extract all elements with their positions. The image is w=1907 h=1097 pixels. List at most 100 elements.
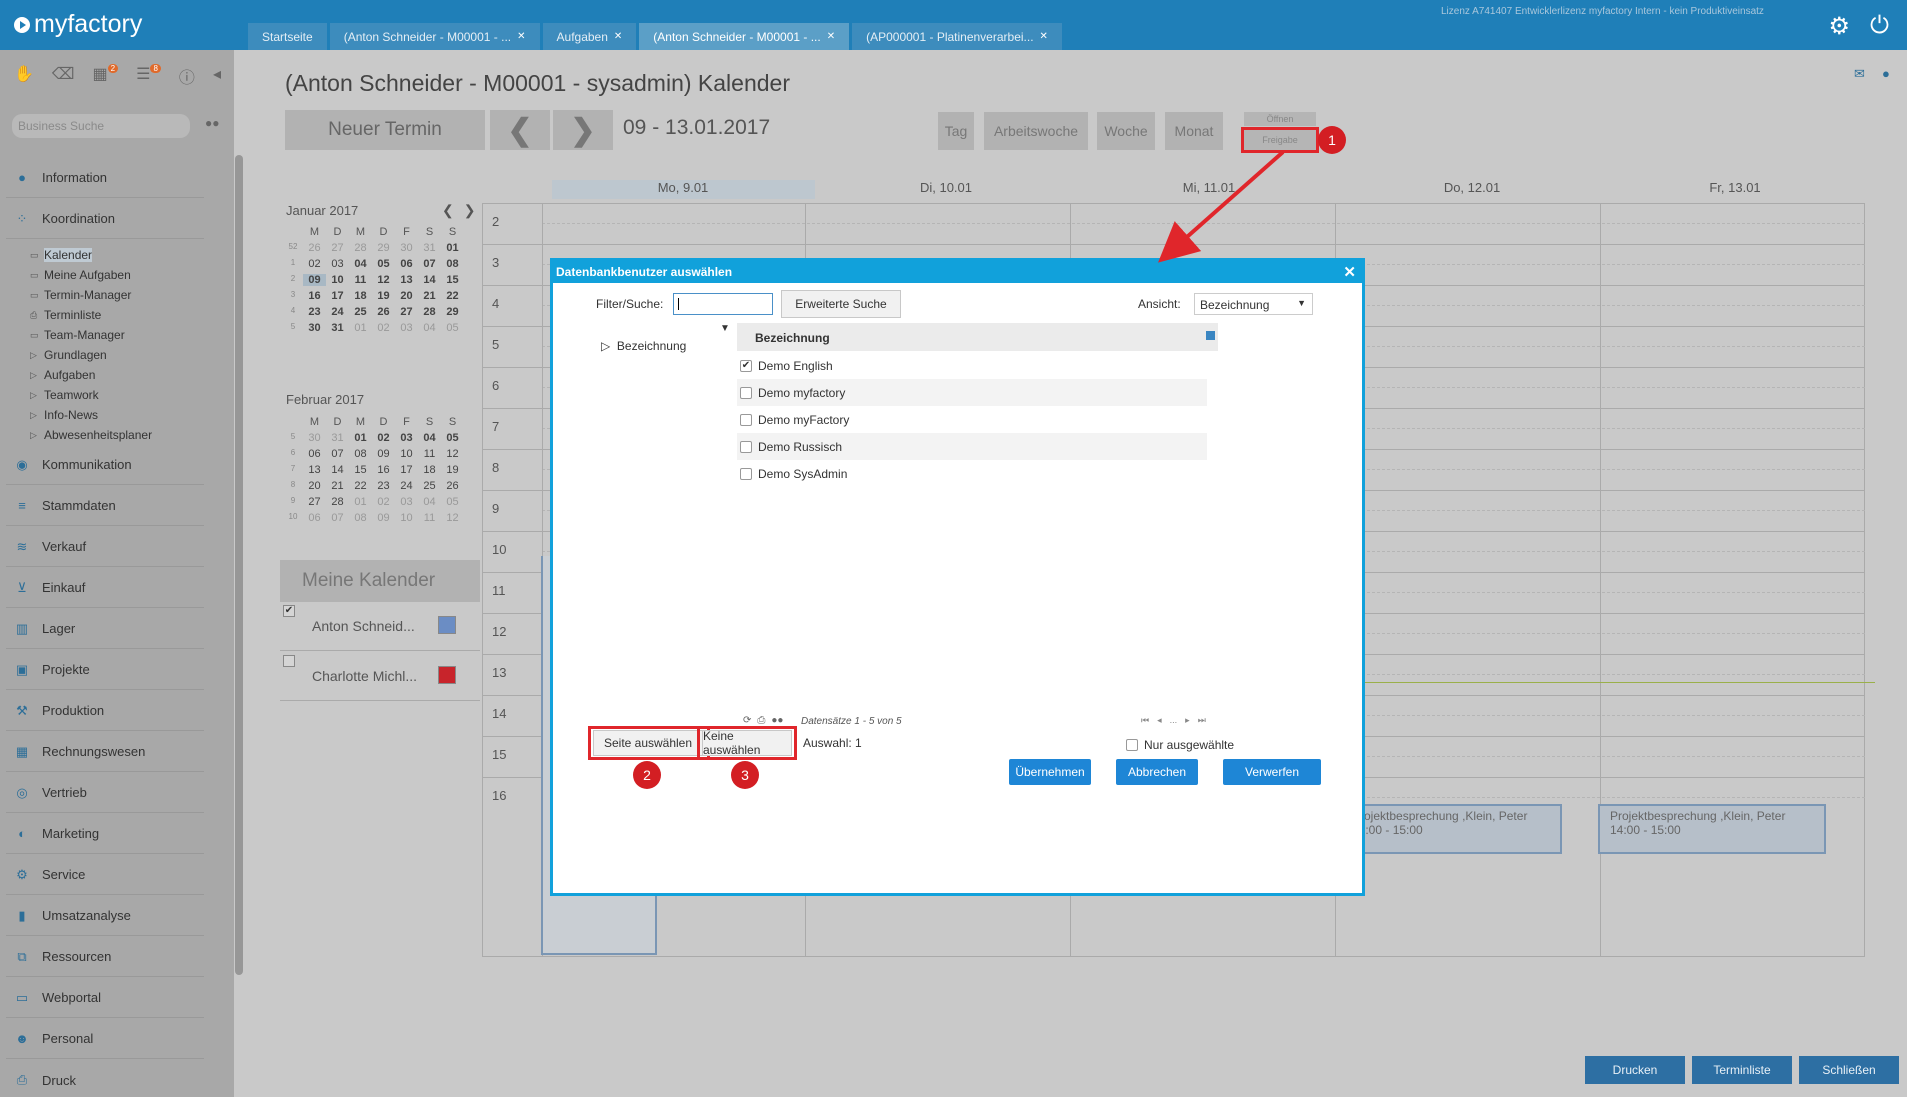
sidebar-scrollbar[interactable] — [235, 155, 243, 975]
tab-ap000001[interactable]: (AP000001 - Platinenverarbei... ✕ — [852, 23, 1062, 50]
nav-projekte[interactable]: ▣ Projekte — [6, 650, 204, 690]
filter-search-input[interactable] — [673, 293, 773, 315]
list-row[interactable]: Demo Russisch — [737, 433, 1207, 460]
only-selected-toggle[interactable]: Nur ausgewählte — [1126, 738, 1234, 752]
day-cell[interactable]: 19 — [441, 464, 464, 476]
close-icon[interactable]: ✕ — [1040, 31, 1048, 42]
nav-umsatzanalyse[interactable]: ▮ Umsatzanalyse — [6, 896, 204, 936]
nav-information[interactable]: ● Information — [6, 158, 204, 198]
advanced-search-button[interactable]: Erweiterte Suche — [781, 290, 901, 318]
day-cell[interactable]: 08 — [441, 258, 464, 270]
day-header-fr[interactable]: Fr, 13.01 — [1604, 180, 1866, 195]
day-cell[interactable]: 04 — [418, 432, 441, 444]
sub-meine-aufgaben[interactable]: ▭ Meine Aufgaben — [30, 266, 131, 284]
day-cell[interactable]: 18 — [418, 464, 441, 476]
day-cell[interactable]: 09 — [372, 512, 395, 524]
day-cell[interactable]: 16 — [303, 290, 326, 302]
close-icon[interactable]: ✕ — [1343, 263, 1356, 281]
day-header-mo[interactable]: Mo, 9.01 — [552, 180, 814, 195]
nav-personal[interactable]: ☻ Personal — [6, 1019, 204, 1059]
day-cell[interactable]: 15 — [441, 274, 464, 286]
day-cell[interactable]: 15 — [349, 464, 372, 476]
appointment-list-button[interactable]: Terminliste — [1692, 1056, 1792, 1084]
day-cell[interactable]: 03 — [326, 258, 349, 270]
day-cell[interactable]: 03 — [395, 432, 418, 444]
day-cell[interactable]: 21 — [326, 480, 349, 492]
nav-marketing[interactable]: ◐ Marketing — [6, 814, 204, 854]
close-button[interactable]: Schließen — [1799, 1056, 1899, 1084]
day-cell[interactable]: 30 — [395, 242, 418, 254]
day-cell[interactable]: 20 — [303, 480, 326, 492]
day-cell[interactable]: 20 — [395, 290, 418, 302]
day-cell[interactable]: 19 — [372, 290, 395, 302]
day-cell[interactable]: 27 — [395, 306, 418, 318]
nav-ressourcen[interactable]: ⧉ Ressourcen — [6, 937, 204, 977]
day-cell[interactable]: 30 — [303, 432, 326, 444]
sub-termin-manager[interactable]: ▭ Termin-Manager — [30, 286, 131, 304]
calendar-badge-icon[interactable]: ▦ 2 — [93, 64, 119, 88]
day-cell[interactable]: 13 — [303, 464, 326, 476]
day-cell[interactable]: 23 — [372, 480, 395, 492]
search-options-icon[interactable]: ●● — [205, 116, 220, 130]
chevron-left-icon[interactable]: ❮ — [442, 202, 464, 218]
day-cell[interactable]: 06 — [303, 448, 326, 460]
sub-kalender[interactable]: ▭ Kalender — [30, 246, 93, 264]
day-cell[interactable]: 01 — [441, 242, 464, 254]
day-cell[interactable]: 24 — [395, 480, 418, 492]
event-projektbesprechung-do[interactable]: Projektbesprechung ,Klein, Peter 14:00 - … — [1340, 804, 1562, 854]
day-cell[interactable]: 26 — [303, 242, 326, 254]
list-row[interactable]: Demo SysAdmin — [737, 460, 1207, 487]
day-cell[interactable]: 29 — [372, 242, 395, 254]
help-icon[interactable]: ● — [1882, 66, 1890, 81]
last-page-icon[interactable]: ⏭ — [1198, 715, 1206, 726]
day-cell[interactable]: 02 — [372, 322, 395, 334]
day-header-mi[interactable]: Mi, 11.01 — [1078, 180, 1340, 195]
day-header-di[interactable]: Di, 10.01 — [815, 180, 1077, 195]
day-cell[interactable]: 18 — [349, 290, 372, 302]
tasks-badge-icon[interactable]: ☰ 8 — [136, 64, 161, 88]
day-cell[interactable]: 05 — [441, 432, 464, 444]
day-cell[interactable]: 09 — [303, 274, 326, 286]
day-cell[interactable]: 04 — [349, 258, 372, 270]
day-cell[interactable]: 06 — [303, 512, 326, 524]
apply-button[interactable]: Übernehmen — [1009, 759, 1091, 785]
tab-startseite[interactable]: Startseite — [248, 23, 327, 50]
refresh-icon[interactable]: ⟳ — [743, 715, 751, 726]
collapse-icon[interactable]: ◂ — [213, 64, 221, 88]
column-settings-icon[interactable] — [1206, 331, 1215, 340]
day-cell[interactable]: 27 — [326, 242, 349, 254]
sub-abwesenheitsplaner[interactable]: ▷ Abwesenheitsplaner — [30, 426, 152, 444]
day-cell[interactable]: 27 — [303, 496, 326, 508]
sub-team-manager[interactable]: ▭ Team-Manager — [30, 326, 125, 344]
view-select[interactable]: Bezeichnung ▼ — [1194, 293, 1313, 315]
gear-icon[interactable]: ⚙ — [1829, 12, 1851, 41]
view-monat-button[interactable]: Monat — [1165, 112, 1223, 150]
row-checkbox[interactable] — [740, 413, 752, 426]
prev-page-icon[interactable]: ◂ — [1157, 715, 1162, 726]
day-cell[interactable]: 25 — [418, 480, 441, 492]
day-cell[interactable]: 31 — [418, 242, 441, 254]
nav-produktion[interactable]: ⚒ Produktion — [6, 691, 204, 731]
next-button[interactable]: ❯ — [553, 110, 613, 150]
day-cell[interactable]: 07 — [326, 512, 349, 524]
day-cell[interactable]: 31 — [326, 322, 349, 334]
list-row[interactable]: Demo myFactory — [737, 406, 1207, 433]
day-header-do[interactable]: Do, 12.01 — [1341, 180, 1603, 195]
list-row[interactable]: ✔ Demo English — [737, 352, 1207, 379]
nav-vertrieb[interactable]: ◎ Vertrieb — [6, 773, 204, 813]
close-icon[interactable]: ✕ — [614, 31, 622, 42]
nav-koordination[interactable]: ⁘ Koordination — [6, 199, 204, 239]
mail-icon[interactable]: ✉ — [1854, 66, 1865, 82]
only-selected-checkbox[interactable] — [1126, 739, 1138, 751]
day-cell[interactable]: 30 — [303, 322, 326, 334]
day-cell[interactable]: 29 — [441, 306, 464, 318]
day-cell[interactable]: 11 — [418, 448, 441, 460]
tab-aufgaben[interactable]: Aufgaben ✕ — [542, 23, 637, 50]
day-cell[interactable]: 12 — [441, 448, 464, 460]
day-cell[interactable]: 12 — [441, 512, 464, 524]
day-cell[interactable]: 28 — [418, 306, 441, 318]
sub-grundlagen[interactable]: ▷ Grundlagen — [30, 346, 107, 364]
day-cell[interactable]: 17 — [395, 464, 418, 476]
day-cell[interactable]: 14 — [418, 274, 441, 286]
first-page-icon[interactable]: ⏮ — [1141, 715, 1149, 726]
